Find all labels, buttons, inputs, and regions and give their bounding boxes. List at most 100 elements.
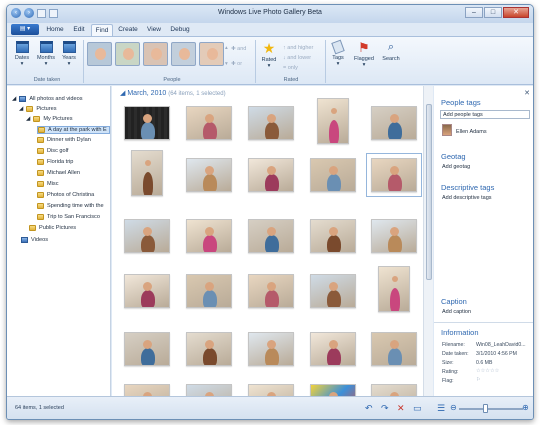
application-menu-button[interactable]: ▤ ▾: [11, 24, 39, 35]
add-descriptive-tags-link[interactable]: Add descriptive tags: [442, 195, 492, 201]
photo-thumbnail[interactable]: [317, 98, 349, 144]
nav-item-folder[interactable]: Spending time with the: [37, 203, 104, 209]
month-header[interactable]: ◢ March, 2010 (64 items, 1 selected): [120, 89, 226, 97]
rotate-left-icon[interactable]: ↶: [365, 403, 373, 413]
people-and-option[interactable]: ✚ and: [231, 46, 246, 52]
dropdown-arrow-icon: ▾: [267, 63, 271, 69]
nav-item-folder[interactable]: Misc: [37, 181, 59, 187]
photo-thumbnail[interactable]: [366, 153, 422, 197]
photo-thumbnail[interactable]: [186, 106, 232, 140]
nav-item-folder[interactable]: A day at the park with E: [37, 126, 110, 134]
rated-and-lower[interactable]: ↓ and lower: [283, 55, 311, 61]
photo-thumbnail[interactable]: [310, 332, 356, 366]
photo-thumbnail[interactable]: [371, 106, 417, 140]
add-caption-link[interactable]: Add caption: [442, 309, 471, 315]
person-thumbnail[interactable]: [171, 42, 196, 66]
add-geotag-link[interactable]: Add geotag: [442, 164, 470, 170]
tab-create[interactable]: Create: [115, 24, 141, 36]
search-button[interactable]: ⌕ Search: [379, 41, 403, 62]
flagged-button[interactable]: ⚑ Flagged ▾: [351, 41, 377, 68]
photo-thumbnail[interactable]: [371, 332, 417, 366]
nav-item-public-pictures[interactable]: Public Pictures: [29, 225, 76, 231]
person-thumbnail[interactable]: [87, 42, 112, 66]
nav-item-my-pictures[interactable]: ◢ My Pictures: [26, 116, 73, 122]
rated-button[interactable]: ★ Rated ▾: [259, 41, 279, 69]
years-button[interactable]: Years ▾: [59, 41, 79, 67]
details-view-icon[interactable]: ☰: [437, 403, 445, 413]
rated-and-higher[interactable]: ↑ and higher: [283, 45, 313, 51]
grid-scrollbar[interactable]: [423, 86, 433, 396]
photo-thumbnail[interactable]: [248, 106, 294, 140]
close-button[interactable]: ✕: [503, 7, 529, 18]
photo-thumbnail[interactable]: [310, 158, 356, 192]
photo-thumbnail[interactable]: [371, 384, 417, 396]
photo-thumbnail[interactable]: [310, 384, 356, 396]
photo-thumbnail[interactable]: [248, 158, 294, 192]
photo-subject: [329, 227, 338, 236]
people-scroll-up[interactable]: ▴: [225, 45, 228, 51]
nav-item-folder[interactable]: Florida trip: [37, 159, 73, 165]
months-button[interactable]: Months ▾: [34, 41, 58, 67]
maximize-button[interactable]: □: [484, 7, 502, 18]
photo-thumbnail[interactable]: [186, 158, 232, 192]
nav-item-folder[interactable]: Photos of Christina: [37, 192, 94, 198]
photo-thumbnail[interactable]: [248, 384, 294, 396]
photo-thumbnail[interactable]: [186, 384, 232, 396]
people-more-dropdown[interactable]: ▾: [225, 61, 228, 67]
dropdown-arrow-icon: ▾: [20, 61, 24, 67]
photo-thumbnail[interactable]: [248, 274, 294, 308]
tab-home[interactable]: Home: [43, 24, 67, 36]
zoom-slider[interactable]: [459, 408, 523, 410]
zoom-in-icon[interactable]: ⊕: [522, 403, 529, 413]
rated-only[interactable]: = only: [283, 65, 298, 71]
zoom-slider-thumb[interactable]: [483, 404, 488, 413]
tab-debug[interactable]: Debug: [167, 24, 193, 36]
flag-icon[interactable]: ⚐: [476, 377, 481, 383]
photo-subject: [205, 166, 214, 175]
photo-thumbnail[interactable]: [124, 332, 170, 366]
tab-edit[interactable]: Edit: [69, 24, 89, 36]
photo-thumbnail[interactable]: [310, 274, 356, 308]
add-people-tags-field[interactable]: Add people tags: [440, 110, 530, 119]
close-icon[interactable]: ✕: [524, 89, 530, 97]
nav-item-pictures[interactable]: ◢ Pictures: [19, 106, 57, 112]
photo-thumbnail[interactable]: [186, 332, 232, 366]
tab-view[interactable]: View: [143, 24, 165, 36]
delete-icon[interactable]: ✕: [397, 403, 405, 413]
photo-thumbnail[interactable]: [248, 219, 294, 253]
slideshow-icon[interactable]: ▭: [413, 403, 422, 413]
person-tag[interactable]: Ellen Adams: [456, 129, 487, 135]
photo-thumbnail[interactable]: [124, 219, 170, 253]
photo-thumbnail[interactable]: [248, 332, 294, 366]
scrollbar-thumb[interactable]: [426, 104, 432, 280]
photo-thumbnail[interactable]: [186, 274, 232, 308]
dates-button[interactable]: Dates ▾: [13, 41, 31, 67]
tags-button[interactable]: Tags ▾: [327, 39, 349, 67]
person-thumbnail[interactable]: [199, 42, 224, 66]
photo-thumbnail[interactable]: [124, 106, 170, 140]
nav-item-folder[interactable]: Disc golf: [37, 148, 68, 154]
person-thumbnail[interactable]: [143, 42, 168, 66]
tab-find[interactable]: Find: [91, 24, 113, 36]
nav-item-folder[interactable]: Trip to San Francisco: [37, 214, 100, 220]
rating-stars[interactable]: ☆☆☆☆☆: [476, 368, 499, 374]
nav-item-videos[interactable]: Videos: [21, 237, 48, 243]
photo-thumbnail[interactable]: [131, 150, 163, 196]
minimize-button[interactable]: –: [465, 7, 483, 18]
photo-subject: [390, 114, 399, 123]
photo-thumbnail[interactable]: [124, 274, 170, 308]
photo-thumbnail[interactable]: [378, 266, 410, 312]
nav-item-folder[interactable]: Michael Allen: [37, 170, 80, 176]
zoom-out-icon[interactable]: ⊖: [450, 403, 457, 413]
group-label-rated: Rated: [283, 77, 299, 83]
photo-thumbnail[interactable]: [124, 384, 170, 396]
photo-thumbnail[interactable]: [371, 219, 417, 253]
nav-item-all-photos[interactable]: ◢ All photos and videos: [12, 96, 83, 102]
rotate-right-icon[interactable]: ↷: [381, 403, 389, 413]
nav-item-folder[interactable]: Dinner with Dylan: [37, 137, 91, 143]
people-or-option[interactable]: ✚ or: [231, 61, 242, 67]
date-taken-value: 3/1/2010 4:56 PM: [476, 351, 517, 357]
photo-thumbnail[interactable]: [310, 219, 356, 253]
person-thumbnail[interactable]: [115, 42, 140, 66]
photo-thumbnail[interactable]: [186, 219, 232, 253]
